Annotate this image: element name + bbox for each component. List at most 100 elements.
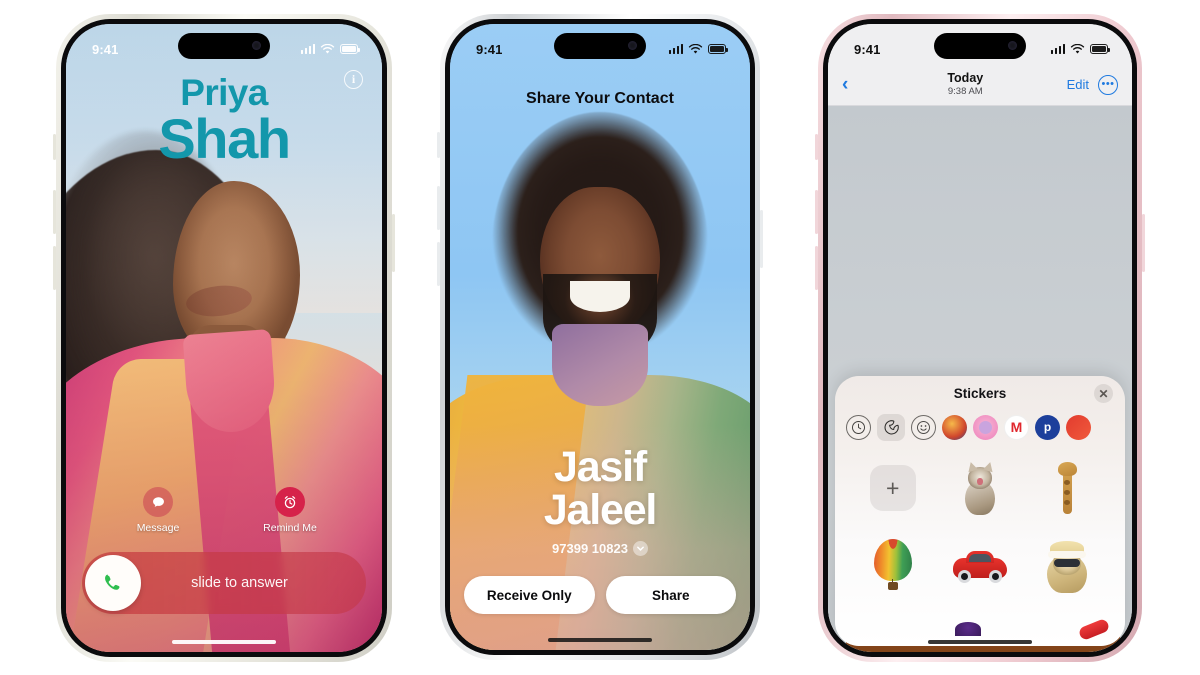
close-x-icon[interactable]: ✕ [1094, 384, 1113, 403]
phone-2-screen: 9:41 Share Your Contact Jasif Jaleel 973… [450, 24, 750, 650]
sticker-tab-character-pack[interactable] [942, 414, 967, 440]
message-action-button[interactable]: Message [112, 487, 204, 534]
status-indicators [300, 43, 360, 55]
wifi-icon [1070, 43, 1085, 53]
volume-up-button[interactable] [437, 186, 440, 230]
contact-photo-smile [570, 280, 630, 312]
sticker-tab-pink-pack[interactable] [973, 414, 998, 440]
home-indicator[interactable] [928, 639, 1032, 644]
status-time: 9:41 [92, 41, 119, 57]
stickers-panel-title: Stickers [953, 385, 1007, 401]
chevron-left-icon[interactable]: ‹ [842, 75, 864, 94]
share-button[interactable]: Share [605, 576, 736, 614]
dynamic-island [178, 33, 270, 59]
call-info-button[interactable]: i [344, 70, 363, 89]
sticker-tab-recents[interactable] [846, 414, 871, 440]
contact-last-name: Jaleel [543, 486, 658, 534]
contact-phone-row[interactable]: 97399 10823 [450, 541, 750, 556]
sticker-tab-m-pack[interactable]: M [1004, 414, 1029, 440]
sticker-tab-emoji[interactable] [911, 414, 936, 440]
wifi-icon [320, 43, 335, 53]
phone-2-share-contact: 9:41 Share Your Contact Jasif Jaleel 973… [437, 14, 763, 660]
sticker-cell[interactable] [849, 528, 936, 604]
power-button[interactable] [760, 210, 763, 268]
status-time: 9:41 [854, 41, 881, 57]
dynamic-island [934, 33, 1026, 59]
stickers-panel-header: Stickers ✕ [835, 376, 1125, 410]
message-bubble-icon [143, 487, 173, 517]
contact-first-name: Jasif [553, 443, 647, 491]
sticker-cell[interactable] [1024, 450, 1111, 526]
volume-down-button[interactable] [815, 246, 818, 290]
sticker-pack-tabs: M p [835, 410, 1125, 444]
volume-down-button[interactable] [437, 242, 440, 286]
nav-title-group: Today 9:38 AM [864, 72, 1067, 96]
plus-icon[interactable]: + [869, 465, 916, 511]
contact-name: Jasif Jaleel [450, 446, 750, 532]
share-contact-buttons: Receive Only Share [464, 576, 736, 614]
silent-switch[interactable] [437, 132, 440, 158]
wifi-icon [688, 43, 703, 53]
remind-me-action-button[interactable]: Remind Me [244, 487, 336, 534]
call-actions: Message Remind Me [66, 487, 382, 534]
dynamic-island [554, 33, 646, 59]
home-indicator[interactable] [172, 639, 276, 644]
power-button[interactable] [392, 214, 395, 272]
cellular-bars-icon [300, 44, 315, 54]
caller-first-name: Priya [180, 72, 268, 113]
status-time: 9:41 [476, 41, 503, 57]
dog-with-sunglasses-sticker-icon [1043, 539, 1091, 593]
nav-title: Today [947, 71, 984, 86]
power-button[interactable] [1142, 214, 1145, 272]
action-button[interactable] [815, 134, 818, 160]
stickers-panel: Stickers ✕ M p + [835, 376, 1125, 646]
silent-switch[interactable] [53, 134, 56, 160]
receive-only-button[interactable]: Receive Only [464, 576, 595, 614]
battery-full-icon [708, 44, 728, 54]
spider-sticker-icon[interactable] [955, 622, 982, 636]
sticker-cell[interactable] [936, 450, 1023, 526]
phone-3-photos-stickers: 9:41 ‹ Today 9:38 AM Edit ••• Stickers ✕… [815, 14, 1145, 662]
cat-sticker-icon [958, 460, 1002, 515]
volume-up-button[interactable] [53, 190, 56, 234]
battery-full-icon [340, 44, 360, 54]
sticker-tab-p-pack[interactable]: p [1035, 414, 1060, 440]
volume-up-button[interactable] [815, 190, 818, 234]
contact-photo-collar [552, 324, 648, 406]
phone-1-incoming-call: 9:41 i Priya Shah Message Remind Me slid… [53, 14, 395, 662]
share-contact-title: Share Your Contact [526, 90, 674, 107]
sticker-cell[interactable]: + [849, 450, 936, 526]
message-action-label: Message [136, 522, 180, 534]
home-indicator[interactable] [548, 637, 652, 642]
phone-handset-icon[interactable] [85, 555, 141, 611]
screenshot-canvas: 9:41 i Priya Shah Message Remind Me slid… [0, 0, 1200, 675]
sticker-tab-rainbow-pack[interactable] [1066, 414, 1091, 440]
sticker-cell[interactable] [1024, 528, 1111, 604]
battery-full-icon [1090, 44, 1110, 54]
status-indicators [1050, 43, 1110, 55]
lips-sticker-icon[interactable] [1077, 617, 1111, 642]
sticker-tab-stickers[interactable] [877, 413, 905, 441]
chevron-down-icon[interactable] [632, 541, 648, 556]
status-indicators [668, 43, 728, 55]
slide-to-answer-slider[interactable]: slide to answer [82, 552, 366, 614]
hot-air-balloon-sticker-icon [871, 539, 915, 593]
caller-last-name: Shah [158, 106, 291, 170]
alarm-clock-icon [275, 487, 305, 517]
photos-nav-bar: ‹ Today 9:38 AM Edit ••• [828, 64, 1132, 106]
phone-3-screen: 9:41 ‹ Today 9:38 AM Edit ••• Stickers ✕… [828, 24, 1132, 652]
red-car-sticker-icon [952, 549, 1007, 583]
sticker-grid: + [835, 444, 1125, 604]
phone-1-screen: 9:41 i Priya Shah Message Remind Me slid… [66, 24, 382, 652]
remind-me-action-label: Remind Me [263, 522, 317, 534]
nav-subtitle: 9:38 AM [947, 85, 983, 97]
caller-name: Priya Shah [66, 72, 382, 170]
giraffe-sticker-icon [1050, 460, 1084, 516]
cellular-bars-icon [668, 44, 683, 54]
edit-button[interactable]: Edit [1067, 77, 1089, 92]
more-ellipsis-icon[interactable]: ••• [1098, 74, 1118, 95]
volume-down-button[interactable] [53, 246, 56, 290]
contact-phone-number: 97399 10823 [552, 541, 628, 556]
slide-to-answer-label: slide to answer [191, 575, 288, 591]
sticker-cell[interactable] [936, 528, 1023, 604]
